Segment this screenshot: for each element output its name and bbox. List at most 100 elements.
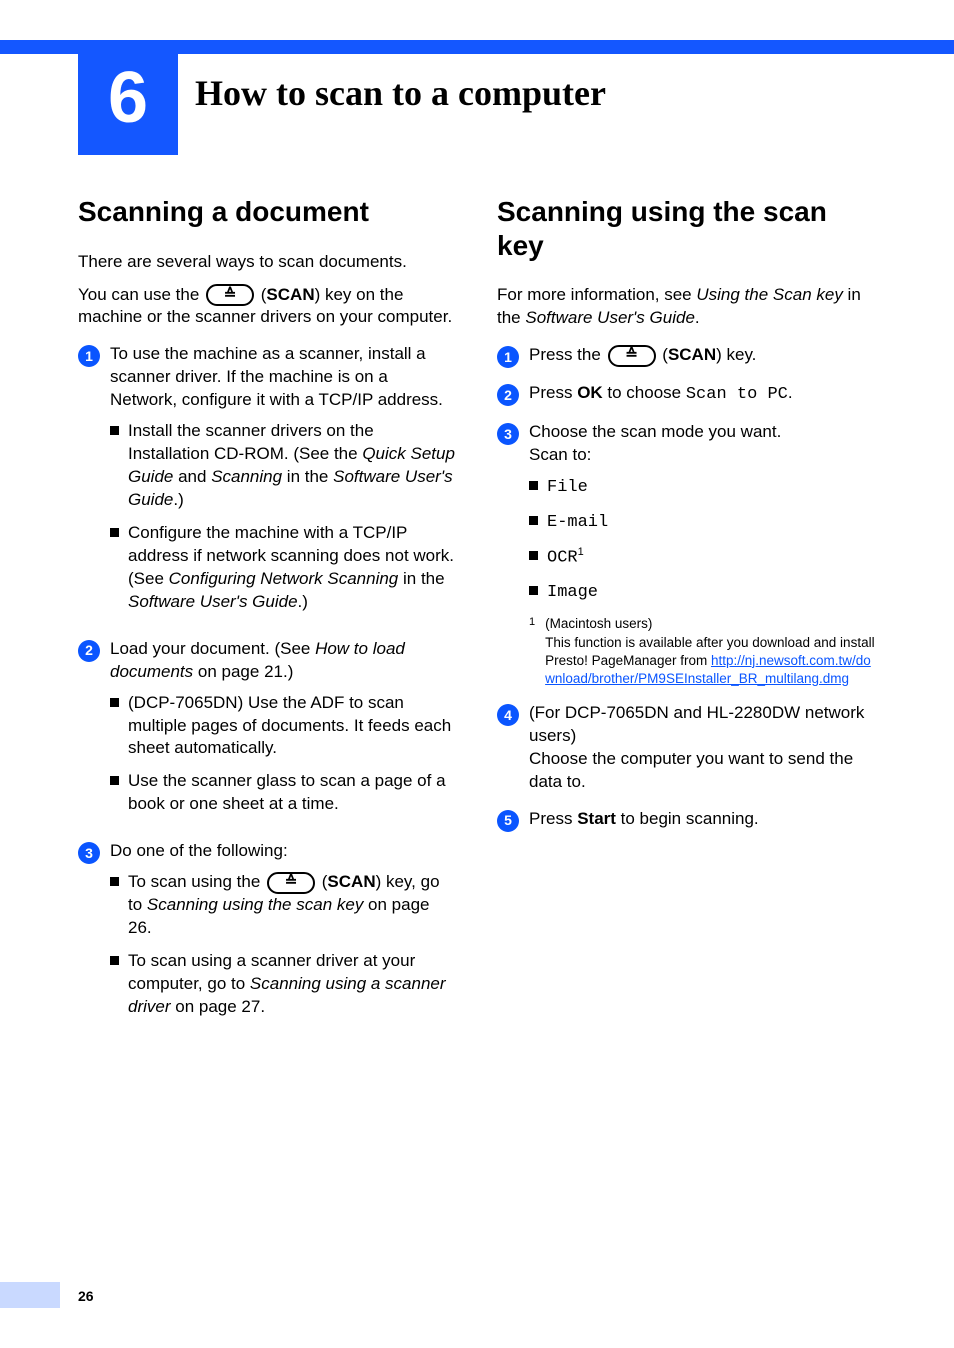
list-item: To scan using the (SCAN) key, go to Scan… bbox=[110, 871, 457, 940]
r-step-1-body: Press the (SCAN) key. bbox=[529, 344, 876, 368]
intro-right: For more information, see Using the Scan… bbox=[497, 284, 876, 330]
ref: Software User's Guide bbox=[128, 592, 298, 611]
option-image: Image bbox=[547, 583, 598, 602]
r-step-3: 3 Choose the scan mode you want. Scan to… bbox=[497, 421, 876, 688]
r-step-2: 2 Press OK to choose Scan to PC. bbox=[497, 382, 876, 407]
text: on page 27. bbox=[171, 997, 266, 1016]
list-item: E-mail bbox=[529, 510, 876, 535]
right-column: Scanning using the scan key For more inf… bbox=[497, 195, 876, 1029]
scan-label: SCAN bbox=[668, 345, 716, 364]
footer-tab bbox=[0, 1282, 60, 1308]
text: ( bbox=[256, 285, 266, 304]
r-step-5: 5 Press Start to begin scanning. bbox=[497, 808, 876, 832]
step-1-list: Install the scanner drivers on the Insta… bbox=[110, 420, 457, 614]
ok-label: OK bbox=[577, 383, 603, 402]
footnote-mark: 1 bbox=[578, 546, 584, 558]
text: To scan using the bbox=[128, 872, 265, 891]
ref: Software User's Guide bbox=[525, 308, 695, 327]
text: . bbox=[788, 383, 793, 402]
list-item: Install the scanner drivers on the Insta… bbox=[110, 420, 457, 512]
scan-key-icon bbox=[267, 872, 315, 894]
r-step-3-body: Choose the scan mode you want. Scan to: … bbox=[529, 421, 876, 688]
text: You can use the bbox=[78, 285, 204, 304]
text: Scan to: bbox=[529, 444, 876, 467]
r-step-4-body: (For DCP-7065DN and HL-2280DW network us… bbox=[529, 702, 876, 794]
scan-label: SCAN bbox=[327, 872, 375, 891]
text: Install the scanner drivers on the Insta… bbox=[128, 421, 374, 463]
list-item: Configure the machine with a TCP/IP addr… bbox=[110, 522, 457, 614]
option-ocr: OCR bbox=[547, 548, 578, 567]
scan-label: SCAN bbox=[266, 285, 314, 304]
text: . bbox=[695, 308, 700, 327]
text: To use the machine as a scanner, install… bbox=[110, 344, 443, 409]
text: in the bbox=[282, 467, 333, 486]
step-badge-3: 3 bbox=[497, 423, 519, 445]
ref: Scanning bbox=[211, 467, 282, 486]
ref: Scanning using the scan key bbox=[147, 895, 363, 914]
text: Do one of the following: bbox=[110, 841, 288, 860]
r-step-1: 1 Press the (SCAN) key. bbox=[497, 344, 876, 368]
text: to begin scanning. bbox=[616, 809, 759, 828]
footnote-body: (Macintosh users) This function is avail… bbox=[545, 615, 876, 688]
chapter-number-box: 6 bbox=[78, 40, 178, 155]
content-area: Scanning a document There are several wa… bbox=[78, 195, 876, 1029]
list-item: Use the scanner glass to scan a page of … bbox=[110, 770, 457, 816]
step-badge-4: 4 bbox=[497, 704, 519, 726]
text: Choose the scan mode you want. bbox=[529, 421, 876, 444]
list-item: File bbox=[529, 475, 876, 500]
option-email: E-mail bbox=[547, 513, 608, 532]
scan-mode-list: File E-mail OCR1 Image bbox=[529, 475, 876, 605]
text: ( bbox=[317, 872, 327, 891]
step-3-body: Do one of the following: To scan using t… bbox=[110, 840, 457, 1029]
text: .) bbox=[173, 490, 183, 509]
step-badge-5: 5 bbox=[497, 810, 519, 832]
step-3-list: To scan using the (SCAN) key, go to Scan… bbox=[110, 871, 457, 1019]
list-item: OCR1 bbox=[529, 545, 876, 571]
left-column: Scanning a document There are several wa… bbox=[78, 195, 457, 1029]
step-2-body: Load your document. (See How to load doc… bbox=[110, 638, 457, 827]
text: and bbox=[173, 467, 211, 486]
text: For more information, see bbox=[497, 285, 696, 304]
step-1: 1 To use the machine as a scanner, insta… bbox=[78, 343, 457, 623]
step-1-body: To use the machine as a scanner, install… bbox=[110, 343, 457, 623]
step-badge-2: 2 bbox=[497, 384, 519, 406]
list-item: (DCP-7065DN) Use the ADF to scan multipl… bbox=[110, 692, 457, 761]
option-file: File bbox=[547, 478, 588, 497]
step-badge-2: 2 bbox=[78, 640, 100, 662]
text: Press the bbox=[529, 345, 606, 364]
intro-paragraph-1: There are several ways to scan documents… bbox=[78, 251, 457, 274]
text: on page 21.) bbox=[193, 662, 293, 681]
ref: Using the Scan key bbox=[696, 285, 842, 304]
text: Load your document. (See bbox=[110, 639, 315, 658]
scan-key-icon bbox=[608, 345, 656, 367]
text: to choose bbox=[603, 383, 686, 402]
text: Press bbox=[529, 809, 577, 828]
text: (For DCP-7065DN and HL-2280DW network us… bbox=[529, 702, 876, 748]
step-2: 2 Load your document. (See How to load d… bbox=[78, 638, 457, 827]
text: in the bbox=[398, 569, 444, 588]
text: (Macintosh users) bbox=[545, 615, 876, 633]
step-badge-1: 1 bbox=[497, 346, 519, 368]
list-item: To scan using a scanner driver at your c… bbox=[110, 950, 457, 1019]
section-heading-scan-key: Scanning using the scan key bbox=[497, 195, 876, 262]
step-badge-3: 3 bbox=[78, 842, 100, 864]
text: Press bbox=[529, 383, 577, 402]
start-label: Start bbox=[577, 809, 616, 828]
r-step-5-body: Press Start to begin scanning. bbox=[529, 808, 876, 832]
r-step-4: 4 (For DCP-7065DN and HL-2280DW network … bbox=[497, 702, 876, 794]
ref: Configuring Network Scanning bbox=[169, 569, 399, 588]
section-heading-scanning-document: Scanning a document bbox=[78, 195, 457, 229]
list-item: Image bbox=[529, 580, 876, 605]
intro-paragraph-2: You can use the (SCAN) key on the machin… bbox=[78, 284, 457, 330]
page-number: 26 bbox=[78, 1288, 94, 1304]
footnote-number: 1 bbox=[529, 615, 535, 688]
text: .) bbox=[298, 592, 308, 611]
step-badge-1: 1 bbox=[78, 345, 100, 367]
text: ( bbox=[658, 345, 668, 364]
text: ) key. bbox=[716, 345, 756, 364]
chapter-number: 6 bbox=[108, 57, 148, 139]
r-step-2-body: Press OK to choose Scan to PC. bbox=[529, 382, 876, 407]
footnote-1: 1 (Macintosh users) This function is ava… bbox=[529, 615, 876, 688]
scan-key-icon bbox=[206, 284, 254, 306]
menu-option: Scan to PC bbox=[686, 385, 788, 404]
